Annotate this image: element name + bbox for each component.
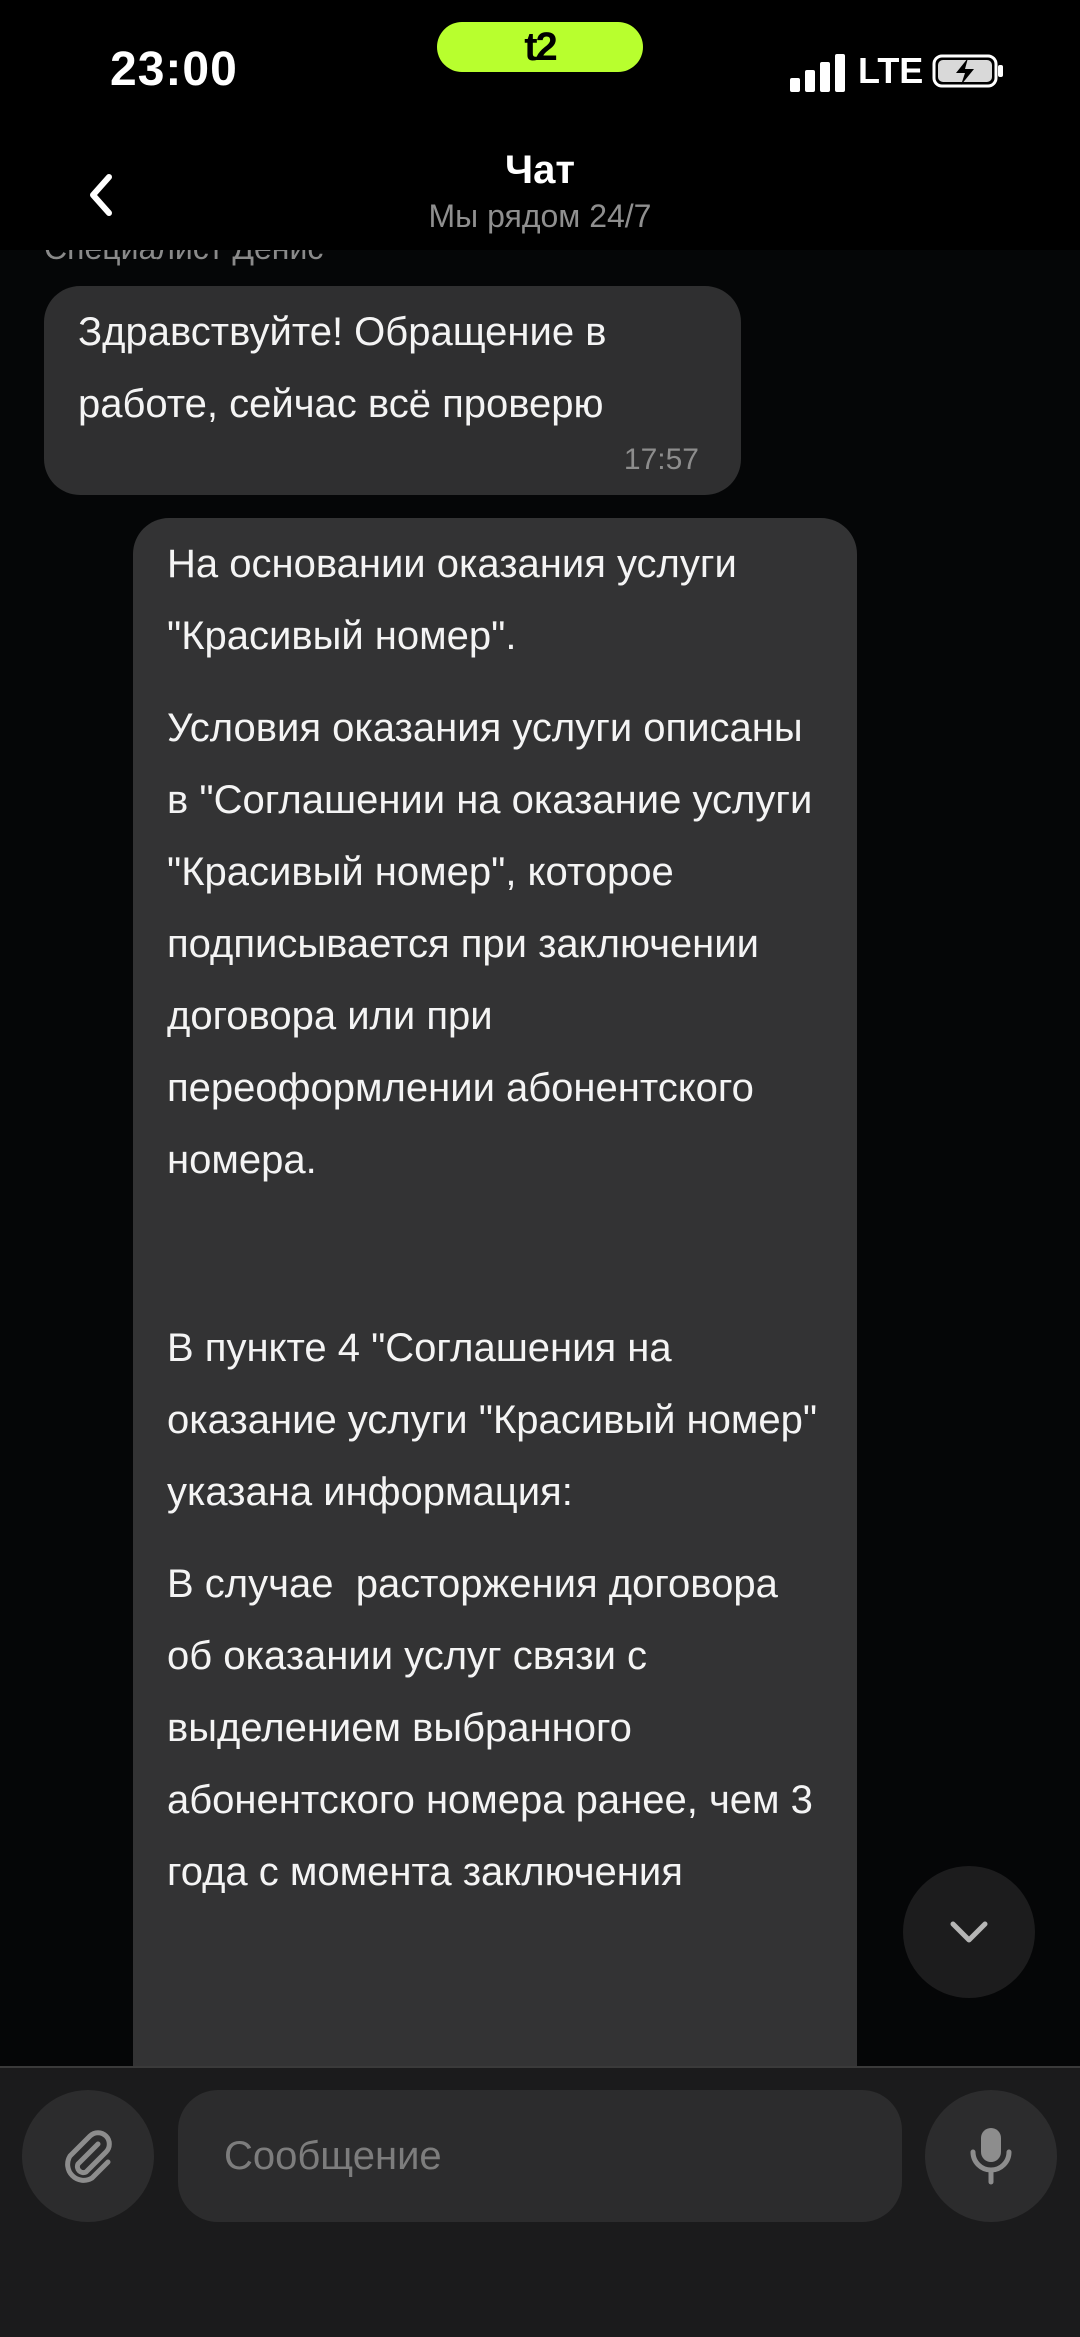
paperclip-icon <box>65 2130 112 2183</box>
status-bar: 23:00 t2 LTE <box>0 0 1080 140</box>
message-composer <box>0 2066 1080 2337</box>
message-text: Здравствуйте! Обращение в работе, сейчас… <box>78 310 607 426</box>
scroll-to-bottom-button[interactable] <box>903 1866 1035 1998</box>
signal-strength-icon <box>790 52 846 92</box>
battery-charging-icon <box>932 54 1003 88</box>
message-paragraph: На основании оказания услуги "Красивый н… <box>167 542 748 658</box>
message-input[interactable] <box>178 2090 902 2222</box>
microphone-button[interactable] <box>925 2090 1057 2222</box>
network-type: LTE <box>858 50 924 91</box>
message-paragraph: В пункте 4 "Соглашения на оказание услуг… <box>167 1326 829 1514</box>
carrier-logo: t2 <box>437 22 643 72</box>
incoming-message[interactable]: На основании оказания услуги "Красивый н… <box>133 518 857 2066</box>
chat-messages[interactable]: Специалист Денис Здравствуйте! Обращение… <box>0 250 1080 2066</box>
microphone-icon <box>970 2128 1012 2185</box>
page-subtitle: Мы рядом 24/7 <box>428 198 652 234</box>
incoming-message[interactable]: Здравствуйте! Обращение в работе, сейчас… <box>44 286 741 495</box>
chat-header: Чат Мы рядом 24/7 <box>0 140 1080 250</box>
status-time: 23:00 <box>110 43 238 96</box>
message-paragraph: Условия оказания услуги описаны в "Согла… <box>167 706 824 1182</box>
page-title: Чат <box>505 148 575 192</box>
message-time: 17:57 <box>623 443 699 476</box>
chevron-down-icon <box>950 1921 988 1943</box>
attach-button[interactable] <box>22 2090 154 2222</box>
sender-name: Специалист Денис <box>44 250 323 267</box>
message-paragraph: В случае расторжения договора об оказани… <box>167 1562 825 1894</box>
